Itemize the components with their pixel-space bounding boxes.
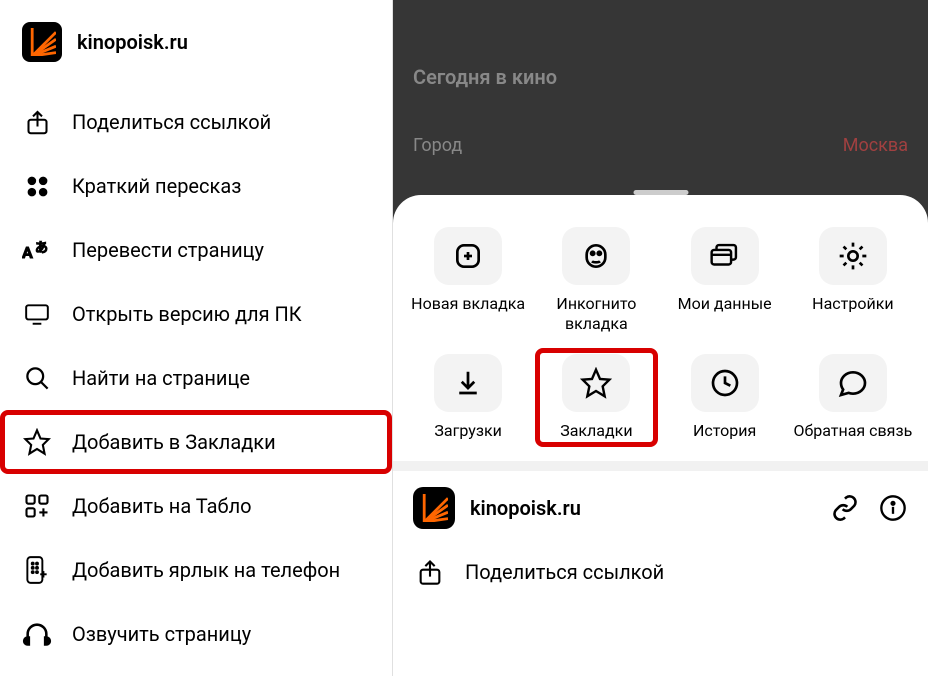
divider [393, 461, 928, 471]
menu-item-add-tableau[interactable]: Добавить на Табло [0, 474, 392, 538]
tile-label: Настройки [812, 294, 893, 314]
clock-icon [691, 354, 759, 412]
menu-item-label: Добавить ярлык на телефон [72, 558, 340, 582]
menu-item-translate[interactable]: Aあ Перевести страницу [0, 218, 392, 282]
right-panel: Сегодня в кино Город Москва Новая вкладк… [393, 0, 928, 676]
sheet-site-name: kinopoisk.ru [470, 496, 830, 520]
menu-item-label: Озвучить страницу [72, 622, 251, 646]
star-icon [22, 427, 52, 457]
tile-label: Новая вкладка [411, 294, 525, 314]
tile-history[interactable]: История [664, 348, 786, 447]
site-header: kinopoisk.ru [0, 14, 392, 90]
menu-item-desktop[interactable]: Открыть версию для ПК [0, 282, 392, 346]
headphones-icon [22, 619, 52, 649]
gear-icon [819, 227, 887, 285]
tile-incognito[interactable]: Инкогнито вкладка [535, 221, 657, 340]
search-icon [22, 363, 52, 393]
star-icon [562, 354, 630, 412]
tile-bookmarks[interactable]: Закладки [535, 348, 657, 447]
svg-text:A: A [22, 243, 33, 262]
info-button[interactable] [878, 493, 908, 523]
plus-icon [434, 227, 502, 285]
svg-text:あ: あ [35, 241, 48, 256]
download-icon [434, 354, 502, 412]
summary-icon [22, 171, 52, 201]
dim-city-label: Город [413, 135, 462, 156]
menu-item-label: Добавить на Табло [72, 494, 252, 518]
share-icon [22, 107, 52, 137]
card-icon [691, 227, 759, 285]
translate-icon: Aあ [22, 235, 52, 265]
sheet-handle[interactable] [633, 190, 688, 195]
menu-list: Поделиться ссылкой Краткий пересказ Aあ П… [0, 90, 392, 666]
sheet-site-row: kinopoisk.ru [393, 471, 928, 545]
site-name: kinopoisk.ru [77, 30, 188, 54]
kinopoisk-logo [413, 487, 455, 529]
menu-item-find[interactable]: Найти на странице [0, 346, 392, 410]
menu-item-add-bookmark[interactable]: Добавить в Закладки [0, 410, 392, 474]
dimmed-background: Сегодня в кино Город Москва [393, 0, 928, 195]
tile-settings[interactable]: Настройки [792, 221, 914, 340]
chat-icon [819, 354, 887, 412]
tile-label: Инкогнито вкладка [535, 294, 657, 334]
menu-item-label: Найти на странице [72, 366, 250, 390]
tile-label: Мои данные [678, 294, 772, 314]
menu-item-add-shortcut[interactable]: Добавить ярлык на телефон [0, 538, 392, 602]
dim-city-value: Москва [843, 135, 908, 156]
tile-new-tab[interactable]: Новая вкладка [407, 221, 529, 340]
tile-feedback[interactable]: Обратная связь [792, 348, 914, 447]
tile-label: Закладки [560, 421, 632, 441]
bottom-sheet: Новая вкладка Инкогнито вкладка [393, 195, 928, 676]
menu-item-label: Краткий пересказ [72, 174, 241, 198]
sheet-share-label: Поделиться ссылкой [465, 560, 664, 584]
menu-item-label: Добавить в Закладки [72, 430, 276, 454]
tile-grid: Новая вкладка Инкогнито вкладка [393, 221, 928, 447]
tile-label: История [693, 421, 756, 441]
tableau-icon [22, 491, 52, 521]
tile-label: Загрузки [434, 421, 501, 441]
menu-item-label: Открыть версию для ПК [72, 302, 302, 326]
tile-label: Обратная связь [793, 421, 912, 441]
tile-downloads[interactable]: Загрузки [407, 348, 529, 447]
menu-item-label: Поделиться ссылкой [72, 110, 271, 134]
desktop-icon [22, 299, 52, 329]
copy-link-button[interactable] [830, 493, 860, 523]
menu-item-share[interactable]: Поделиться ссылкой [0, 90, 392, 154]
phone-shortcut-icon [22, 555, 52, 585]
dim-heading: Сегодня в кино [413, 65, 908, 89]
menu-item-summary[interactable]: Краткий пересказ [0, 154, 392, 218]
dim-city-row: Город Москва [413, 135, 908, 156]
tile-my-data[interactable]: Мои данные [664, 221, 786, 340]
sheet-actions [830, 493, 908, 523]
menu-item-voice[interactable]: Озвучить страницу [0, 602, 392, 666]
kinopoisk-logo [22, 22, 62, 62]
share-icon [413, 555, 447, 589]
left-context-menu: kinopoisk.ru Поделиться ссылкой Краткий … [0, 0, 393, 676]
sheet-share-row[interactable]: Поделиться ссылкой [393, 545, 928, 589]
incognito-icon [562, 227, 630, 285]
menu-item-label: Перевести страницу [72, 238, 264, 262]
